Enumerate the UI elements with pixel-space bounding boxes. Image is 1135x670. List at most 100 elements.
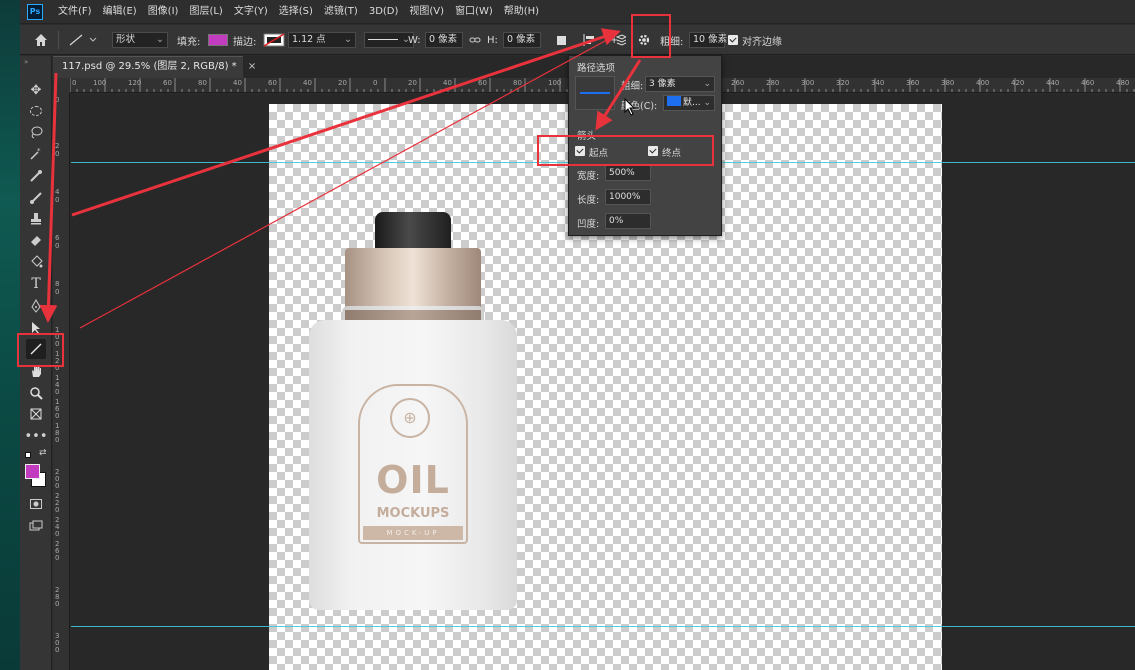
ruler-top-label: 300 xyxy=(801,79,815,87)
tool-mode-select[interactable]: 形状 ⌄ xyxy=(112,25,168,55)
stamp-tool-icon[interactable] xyxy=(26,209,46,229)
w-input[interactable]: 0 像素 xyxy=(425,25,463,55)
path-alignment-icon[interactable] xyxy=(582,25,596,55)
menu-image[interactable]: 图像(I) xyxy=(148,0,179,24)
toolbar-collapse-icon[interactable]: » xyxy=(24,58,28,66)
eyedropper-tool-icon[interactable] xyxy=(26,166,46,186)
popup-width-input[interactable]: 500% xyxy=(605,165,651,181)
menu-help[interactable]: 帮助(H) xyxy=(504,0,539,24)
h-label: H: xyxy=(487,34,498,46)
swap-colors-icon[interactable]: ⇄ xyxy=(39,448,47,458)
stroke-label: 描边: xyxy=(233,36,257,48)
ruler-top-label: 460 xyxy=(1081,79,1095,87)
w-label: W: xyxy=(408,34,421,46)
ruler-left-label: 8 xyxy=(55,280,60,288)
stroke-width-input[interactable]: 1.12 点 ⌄ xyxy=(288,25,356,55)
path-arrangement-icon[interactable]: + xyxy=(610,25,626,55)
path-preview xyxy=(575,76,615,110)
ruler-top-label: 60 xyxy=(163,79,172,87)
menu-view[interactable]: 视图(V) xyxy=(409,0,444,24)
path-operations-icon[interactable] xyxy=(557,25,566,55)
menu-edit[interactable]: 编辑(E) xyxy=(103,0,137,24)
guide-line[interactable] xyxy=(71,626,1135,627)
label-strip-text: MOCK-UP xyxy=(386,529,440,537)
magic-wand-tool-icon[interactable]: * xyxy=(26,144,46,164)
menu-filter[interactable]: 滤镜(T) xyxy=(324,0,358,24)
align-edges-checkbox[interactable] xyxy=(728,25,738,55)
ruler-top-label: 80 xyxy=(513,79,522,87)
stroke-swatch[interactable] xyxy=(263,25,285,55)
ruler-left-label: 1 4 0 xyxy=(55,374,60,396)
mouse-cursor-icon xyxy=(624,97,636,119)
annotation-box-arrows xyxy=(537,135,714,166)
ruler-top-label: 120 xyxy=(128,79,142,87)
svg-text:*: * xyxy=(37,147,41,155)
frame-tool-icon[interactable] xyxy=(26,404,46,424)
popup-concavity-label: 凹度: xyxy=(577,219,600,230)
ruler-top-label: 380 xyxy=(941,79,955,87)
pen-tool-icon[interactable] xyxy=(26,296,46,316)
weight-input[interactable]: 10 像素 xyxy=(689,25,727,55)
label-oil-text: OIL xyxy=(376,458,450,502)
eraser-tool-icon[interactable] xyxy=(26,230,46,250)
menu-window[interactable]: 窗口(W) xyxy=(455,0,493,24)
ruler-left-label: 2 xyxy=(55,142,60,150)
menu-select[interactable]: 选择(S) xyxy=(279,0,313,24)
screen-mode-icon[interactable] xyxy=(26,516,46,536)
ruler-top-label: 40 xyxy=(443,79,452,87)
label-logo-icon: ⊕ xyxy=(390,398,430,438)
bottle-cap-ring xyxy=(345,310,481,320)
move-tool-icon[interactable]: ✥ xyxy=(26,80,46,100)
quick-mask-icon[interactable] xyxy=(26,494,46,514)
brush-tool-icon[interactable] xyxy=(26,188,46,208)
lasso-tool-icon[interactable] xyxy=(26,122,46,142)
zoom-tool-icon[interactable] xyxy=(26,383,46,403)
document-tab[interactable]: 117.psd @ 29.5% (图层 2, RGB/8) * × xyxy=(53,56,256,78)
ruler-top-label: 440 xyxy=(1046,79,1060,87)
ruler-top-label: 40 xyxy=(303,79,312,87)
ruler-left-label: 0 xyxy=(55,150,60,158)
line-tool-preset-picker[interactable] xyxy=(68,25,98,55)
default-colors-icon[interactable] xyxy=(25,450,31,461)
popup-length-input[interactable]: 1000% xyxy=(605,189,651,205)
link-icon[interactable] xyxy=(469,25,481,55)
menu-layer[interactable]: 图层(L) xyxy=(189,0,222,24)
paint-bucket-tool-icon[interactable] xyxy=(26,252,46,272)
ruler-left-label: 1 8 0 xyxy=(55,422,60,444)
marquee-tool-icon[interactable] xyxy=(26,101,46,121)
popup-color-select[interactable]: 默... ⌄ xyxy=(663,95,715,111)
popup-title: 路径选项 xyxy=(577,63,616,74)
ruler-left-label: 0 xyxy=(55,96,60,104)
close-tab-icon[interactable]: × xyxy=(248,61,256,72)
popup-weight-input[interactable]: 3 像素 ⌄ xyxy=(645,76,715,92)
ruler-corner xyxy=(53,78,70,93)
popup-concavity-input[interactable]: 0% xyxy=(605,213,651,229)
ruler-top-label: 60 xyxy=(478,79,487,87)
ruler-top-label: 340 xyxy=(871,79,885,87)
stroke-type-select[interactable]: ⌄ xyxy=(364,25,414,55)
menu-type[interactable]: 文字(Y) xyxy=(234,0,268,24)
ruler-left-label: 2 6 0 xyxy=(55,540,60,562)
more-tools-icon[interactable]: ••• xyxy=(25,426,48,446)
h-input[interactable]: 0 像素 xyxy=(503,25,541,55)
fill-swatch[interactable] xyxy=(208,25,228,55)
ruler-left-label: 0 xyxy=(55,288,60,296)
fill-label: 填充: xyxy=(177,36,201,48)
home-icon[interactable] xyxy=(34,25,48,55)
ruler-top-label: 20 xyxy=(408,79,417,87)
popup-width-label: 宽度: xyxy=(577,171,600,182)
foreground-color-swatch[interactable] xyxy=(25,464,40,479)
type-tool-icon[interactable]: T xyxy=(26,274,46,294)
photoshop-logo-icon: Ps xyxy=(27,4,43,20)
ruler-top-label: 80 xyxy=(198,79,207,87)
ruler-left-label: 2 4 0 xyxy=(55,516,60,538)
ruler-left-label: 2 0 0 xyxy=(55,468,60,490)
ruler-left-label: 0 xyxy=(55,196,60,204)
menu-3d[interactable]: 3D(D) xyxy=(369,0,399,24)
ruler-left-label: 1 6 0 xyxy=(55,398,60,420)
ruler-left-label: 2 8 0 xyxy=(55,586,60,608)
menu-file[interactable]: 文件(F) xyxy=(58,0,92,24)
ruler-top-label: 100 xyxy=(93,79,107,87)
ruler-top-label: 360 xyxy=(906,79,920,87)
ruler-top-label: 60 xyxy=(268,79,277,87)
